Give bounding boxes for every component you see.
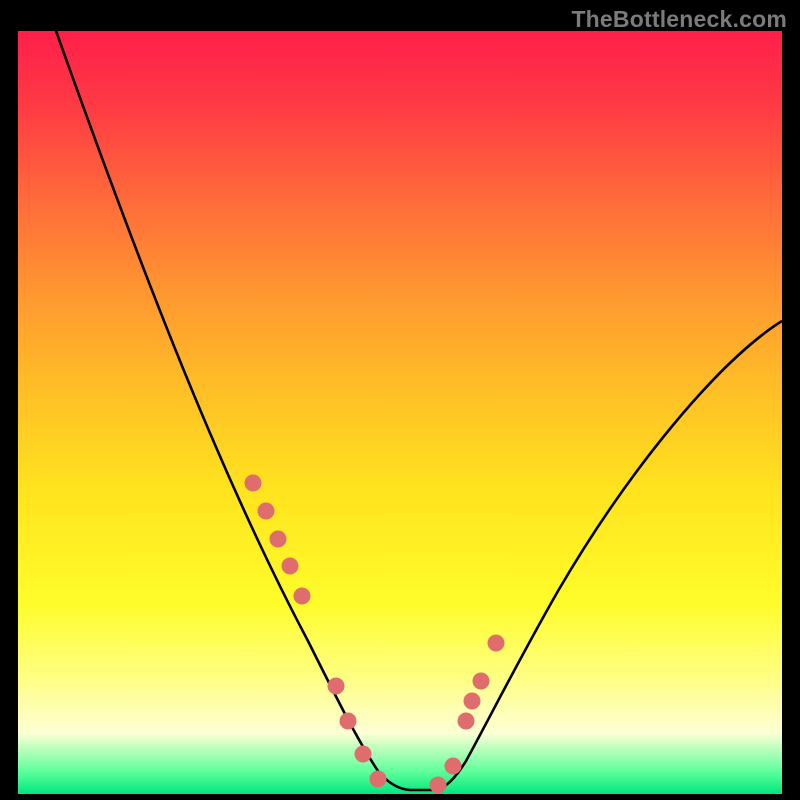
plot-area [18,31,782,794]
marker-group [245,475,504,793]
watermark-text: TheBottleneck.com [571,6,787,33]
outer-frame: TheBottleneck.com [0,0,800,800]
chart-svg [18,31,782,794]
bottleneck-curve [56,31,782,790]
